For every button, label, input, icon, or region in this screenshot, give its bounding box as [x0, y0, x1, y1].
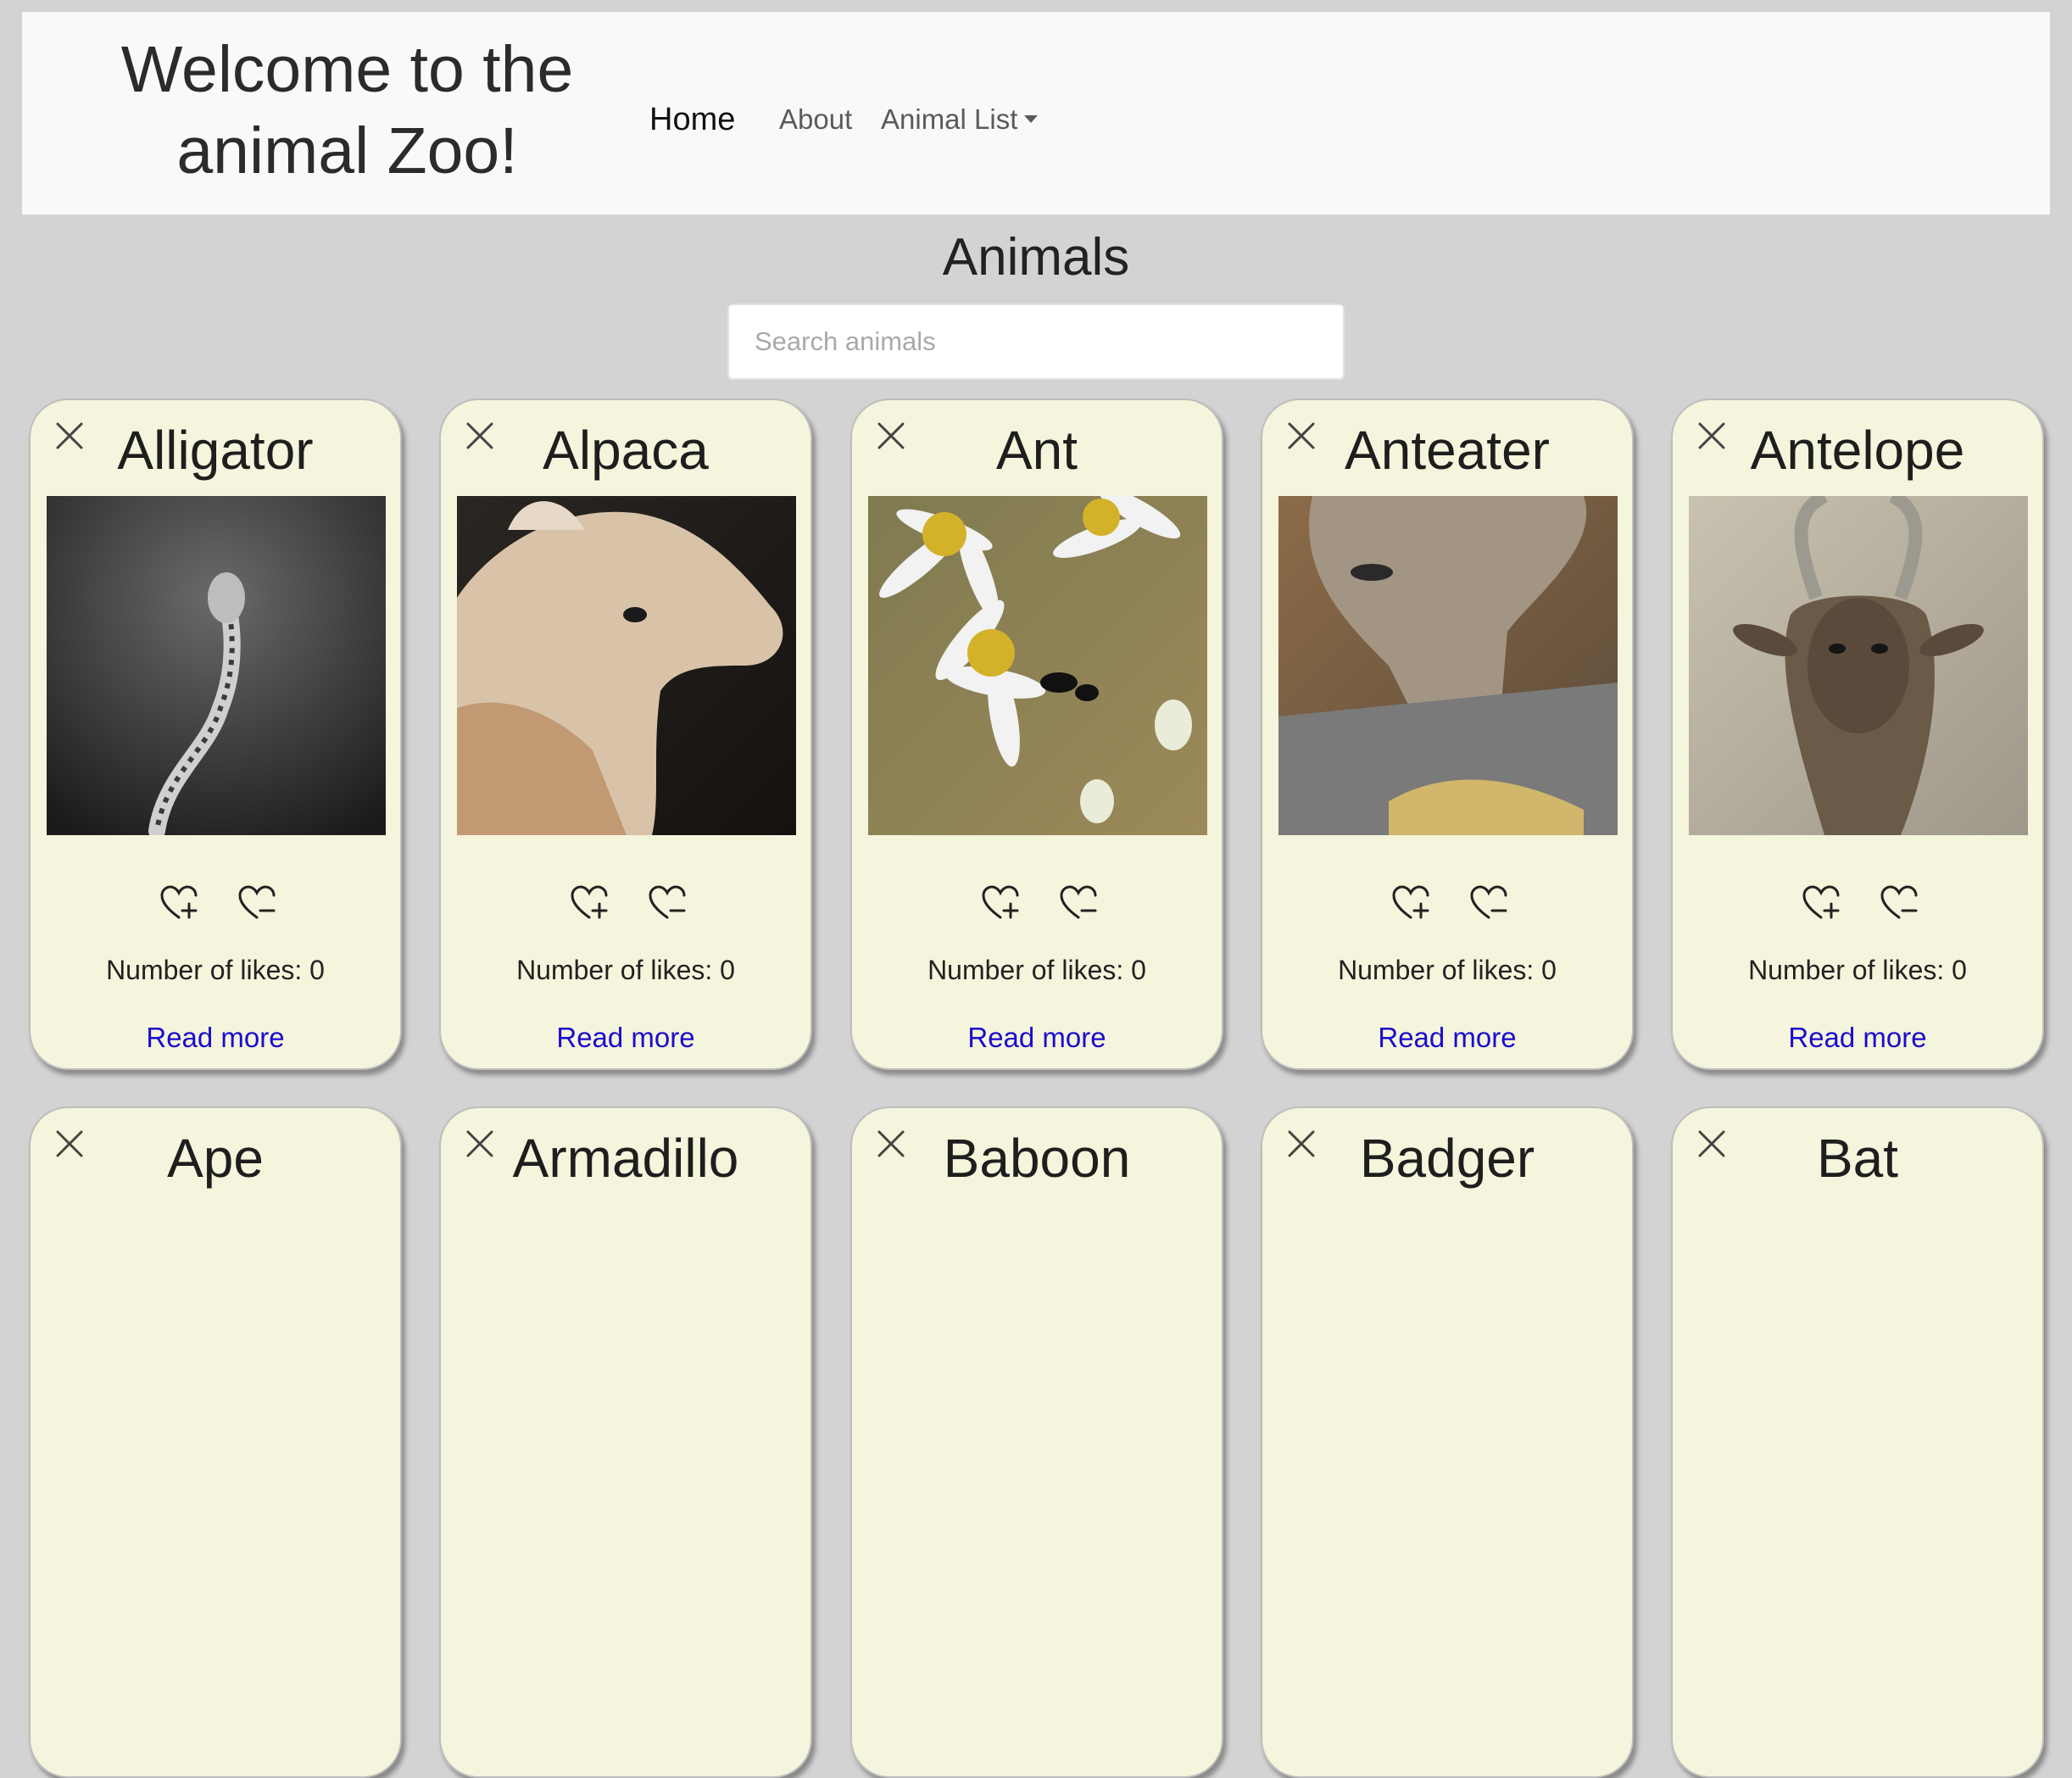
- animal-card: Ant Number of likes: 0 Read more: [850, 399, 1223, 1070]
- read-more-link[interactable]: Read more: [852, 1021, 1222, 1055]
- brand-title[interactable]: Welcome to the animal Zoo!: [56, 29, 638, 192]
- likes-count: Number of likes: 0: [1673, 953, 2042, 987]
- animal-card: Bat: [1671, 1106, 2044, 1778]
- read-more-link[interactable]: Read more: [31, 1021, 400, 1055]
- caret-down-icon: [1024, 114, 1039, 123]
- animal-card: Ape: [29, 1106, 402, 1778]
- animal-name: Alpaca: [543, 420, 709, 481]
- page-title: Animals: [942, 228, 1130, 287]
- heart-minus-icon[interactable]: [1058, 885, 1100, 922]
- read-more-link[interactable]: Read more: [1673, 1021, 2042, 1055]
- search-input[interactable]: [727, 304, 1345, 380]
- heart-minus-icon[interactable]: [647, 885, 689, 922]
- animal-card: Badger: [1261, 1106, 1634, 1778]
- nav-animal-list-label: Animal List: [881, 103, 1018, 135]
- animal-card: Baboon: [850, 1106, 1223, 1778]
- animal-card: Armadillo: [439, 1106, 812, 1778]
- likes-label: Number of likes:: [927, 955, 1124, 985]
- animal-name: Ape: [167, 1128, 264, 1189]
- likes-count: Number of likes: 0: [441, 953, 810, 987]
- likes-value: 0: [1952, 955, 1967, 985]
- brand-line-1: Welcome to the: [120, 33, 574, 106]
- likes-count: Number of likes: 0: [1262, 953, 1632, 987]
- likes-value: 0: [1541, 955, 1557, 985]
- animal-card: Antelope Number of likes: 0 Read more: [1671, 399, 2044, 1070]
- nav-home-link[interactable]: Home: [649, 102, 735, 138]
- nav-animal-list-dropdown[interactable]: Animal List: [881, 103, 1039, 136]
- heart-plus-icon[interactable]: [980, 885, 1022, 922]
- likes-label: Number of likes:: [1748, 955, 1945, 985]
- heart-plus-icon[interactable]: [569, 885, 611, 922]
- heart-minus-icon[interactable]: [1468, 885, 1511, 922]
- anteater-image: [1278, 496, 1618, 835]
- brand-line-2: animal Zoo!: [176, 114, 518, 187]
- nav-about-link[interactable]: About: [779, 103, 852, 136]
- likes-count: Number of likes: 0: [31, 953, 400, 987]
- animal-name: Armadillo: [512, 1128, 739, 1189]
- likes-label: Number of likes:: [1338, 955, 1535, 985]
- navbar: Welcome to the animal Zoo! Home About An…: [22, 12, 2050, 215]
- antelope-image: [1689, 489, 2028, 835]
- animal-card: Anteater Number of likes: 0 Read more: [1261, 399, 1634, 1070]
- heart-minus-icon[interactable]: [1879, 885, 1921, 922]
- animal-name: Antelope: [1750, 420, 1965, 481]
- likes-value: 0: [309, 955, 325, 985]
- animal-name: Baboon: [943, 1128, 1131, 1189]
- alpaca-image: [457, 496, 796, 835]
- alligator-image: [47, 496, 386, 839]
- animal-name: Badger: [1359, 1128, 1535, 1189]
- animal-card: Alpaca Number of likes: 0 Read more: [439, 399, 812, 1070]
- heart-plus-icon[interactable]: [159, 885, 201, 922]
- read-more-link[interactable]: Read more: [1262, 1021, 1632, 1055]
- heart-plus-icon[interactable]: [1390, 885, 1433, 922]
- animal-name: Alligator: [117, 420, 314, 481]
- animal-name: Bat: [1816, 1128, 1899, 1189]
- likes-count: Number of likes: 0: [852, 953, 1222, 987]
- heart-minus-icon[interactable]: [237, 885, 279, 922]
- animal-name: Ant: [995, 420, 1078, 481]
- animal-card: Alligator Number of likes: 0 Read more: [29, 399, 402, 1070]
- ant-image: [868, 487, 1207, 835]
- likes-label: Number of likes:: [106, 955, 303, 985]
- read-more-link[interactable]: Read more: [441, 1021, 810, 1055]
- heart-plus-icon[interactable]: [1801, 885, 1843, 922]
- likes-label: Number of likes:: [516, 955, 713, 985]
- animal-name: Anteater: [1345, 420, 1550, 481]
- likes-value: 0: [720, 955, 735, 985]
- likes-value: 0: [1131, 955, 1146, 985]
